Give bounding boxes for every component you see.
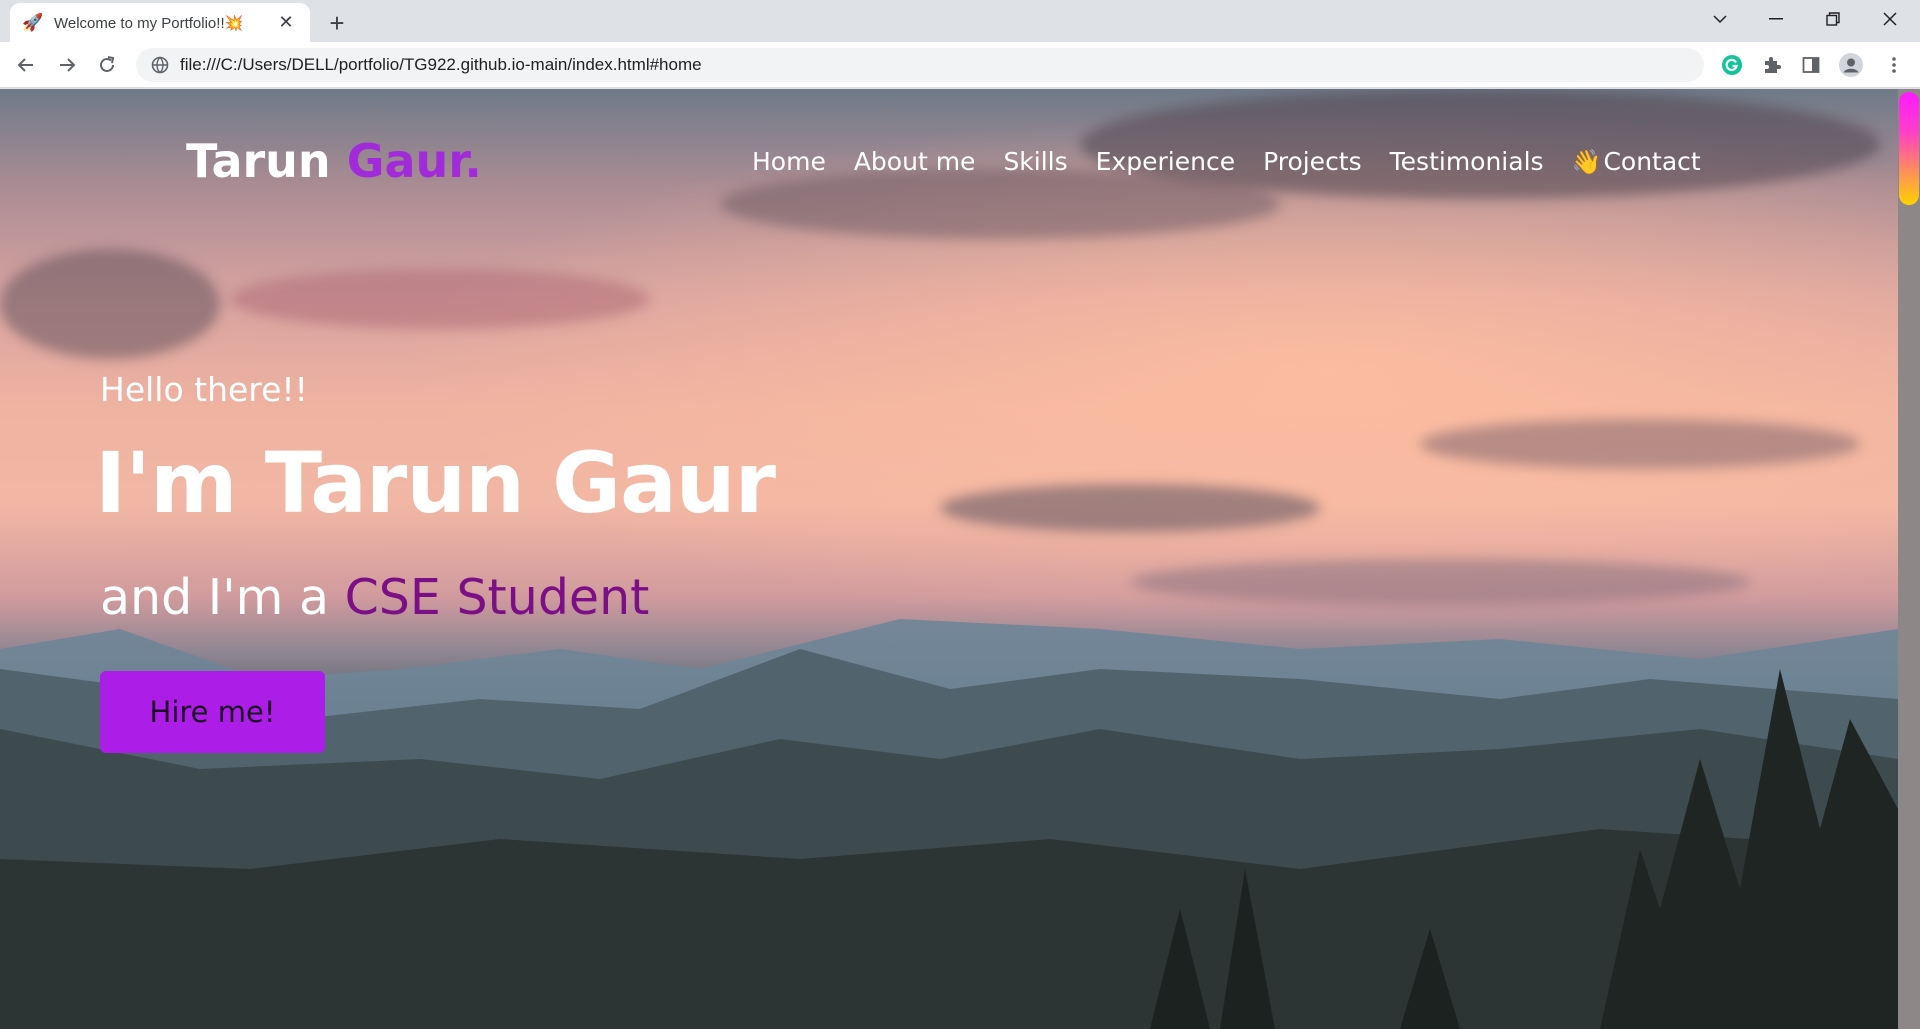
nav-projects[interactable]: Projects — [1263, 147, 1362, 176]
rocket-icon: 🚀 — [22, 12, 44, 33]
role-typed-text: CSE Student — [344, 569, 650, 626]
forward-button[interactable] — [51, 49, 83, 81]
tab-strip: 🚀 Welcome to my Portfolio!!💥 ✕ + — [0, 0, 1920, 42]
waving-hand-icon: 👋 — [1571, 147, 1602, 176]
hero-name: I'm Tarun Gaur — [95, 434, 776, 532]
browser-toolbar: file:///C:/Users/DELL/portfolio/TG922.gi… — [0, 42, 1920, 88]
extensions-button[interactable] — [1758, 51, 1786, 79]
arrow-right-icon — [60, 58, 76, 72]
url-text: file:///C:/Users/DELL/portfolio/TG922.gi… — [180, 55, 702, 74]
minimize-button[interactable] — [1748, 0, 1804, 38]
cloud-decoration — [940, 484, 1320, 532]
cloud-decoration — [1420, 419, 1860, 469]
cloud-decoration — [1130, 559, 1750, 605]
scrollbar-thumb[interactable] — [1899, 92, 1919, 205]
tab-title: Welcome to my Portfolio!! — [54, 14, 225, 32]
more-vert-icon — [1892, 57, 1896, 73]
tab-search-button[interactable] — [1692, 0, 1748, 38]
address-bar[interactable]: file:///C:/Users/DELL/portfolio/TG922.gi… — [136, 48, 1704, 82]
back-button[interactable] — [10, 49, 42, 81]
side-panel-icon — [1802, 57, 1820, 73]
puzzle-icon — [1765, 57, 1781, 73]
close-tab-icon[interactable]: ✕ — [274, 11, 298, 35]
chevron-down-icon — [1713, 15, 1727, 24]
profile-button[interactable] — [1837, 51, 1865, 79]
new-tab-button[interactable]: + — [322, 8, 352, 38]
restore-button[interactable] — [1805, 0, 1861, 38]
grammarly-icon — [1722, 55, 1742, 75]
site-info-icon[interactable] — [150, 55, 170, 75]
page-viewport: Tarun Gaur. Home About me Skills Experie… — [0, 89, 1898, 1029]
nav-contact-label: Contact — [1603, 147, 1701, 176]
minimize-icon — [1769, 18, 1783, 20]
restore-icon — [1826, 12, 1840, 26]
hero-greeting: Hello there!! — [100, 370, 308, 409]
close-icon — [1883, 12, 1897, 26]
nav-skills[interactable]: Skills — [1003, 147, 1067, 176]
cloud-decoration — [0, 249, 220, 359]
role-prefix: and I'm a — [100, 569, 345, 626]
site-logo[interactable]: Tarun Gaur. — [186, 134, 482, 188]
browser-tab[interactable]: 🚀 Welcome to my Portfolio!!💥 ✕ — [10, 3, 310, 42]
sparkle-icon: 💥 — [224, 14, 244, 32]
reload-icon — [100, 56, 115, 72]
nav-testimonials[interactable]: Testimonials — [1390, 147, 1544, 176]
cloud-decoration — [230, 269, 650, 329]
arrow-left-icon — [17, 58, 33, 72]
page-scrollbar[interactable] — [1898, 89, 1920, 1029]
side-panel-button[interactable] — [1797, 51, 1825, 79]
hire-me-button[interactable]: Hire me! — [100, 671, 325, 753]
close-window-button[interactable] — [1862, 0, 1918, 38]
site-nav: Home About me Skills Experience Projects… — [752, 147, 1701, 176]
profile-icon — [1839, 53, 1863, 77]
logo-accent: Gaur. — [346, 134, 482, 188]
reload-button[interactable] — [91, 49, 123, 81]
logo-first: Tarun — [186, 134, 347, 188]
nav-home[interactable]: Home — [752, 147, 826, 176]
grammarly-extension[interactable] — [1718, 51, 1746, 79]
nav-about[interactable]: About me — [854, 147, 976, 176]
nav-contact[interactable]: 👋 Contact — [1572, 147, 1701, 176]
cloud-decoration — [720, 169, 1280, 239]
nav-experience[interactable]: Experience — [1096, 147, 1235, 176]
hero-role: and I'm a CSE Student — [100, 569, 649, 626]
browser-menu-button[interactable] — [1880, 51, 1908, 79]
